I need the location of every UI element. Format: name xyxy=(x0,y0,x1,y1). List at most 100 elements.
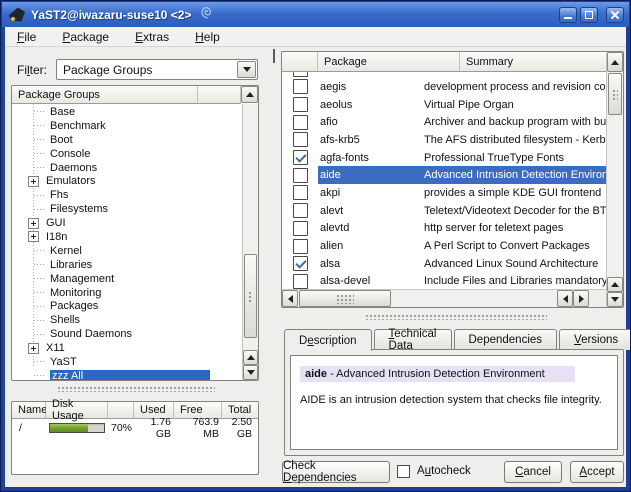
tree-item[interactable]: Management xyxy=(12,272,242,286)
col-checkbox[interactable] xyxy=(282,52,318,72)
right-splitter-handle[interactable] xyxy=(365,314,547,320)
package-checkbox[interactable] xyxy=(293,115,308,130)
package-checkbox[interactable] xyxy=(293,168,308,183)
check-dependencies-button[interactable]: Check Dependencies xyxy=(282,461,390,483)
accept-button[interactable]: Accept xyxy=(570,461,624,483)
tab-dependencies[interactable]: Dependencies xyxy=(454,329,558,350)
scroll-right-icon[interactable] xyxy=(573,290,589,307)
scroll-left-icon[interactable] xyxy=(557,290,573,307)
package-horizontal-scrollbar[interactable] xyxy=(282,289,606,307)
col-blank[interactable] xyxy=(108,402,134,419)
menu-file[interactable]: File xyxy=(17,30,36,44)
menu-extras[interactable]: Extras xyxy=(135,30,169,44)
tree-item[interactable]: Sound Daemons xyxy=(12,327,242,341)
package-groups-tree: Package Groups Base Benchmark Boot Conso… xyxy=(11,85,259,381)
tree-branch xyxy=(34,306,46,307)
package-row[interactable]: alsaAdvanced Linux Sound Architecture xyxy=(282,255,606,273)
tree-item[interactable]: Fhs xyxy=(12,188,242,202)
scroll-up-icon[interactable] xyxy=(607,52,623,72)
tree-item-label: Kernel xyxy=(50,245,82,257)
tree-item[interactable]: Kernel xyxy=(12,244,242,258)
package-row[interactable]: afioArchiver and backup program with bui… xyxy=(282,113,606,131)
close-button[interactable] xyxy=(606,7,624,23)
package-row[interactable]: aeolusVirtual Pipe Organ xyxy=(282,96,606,114)
scroll-up-icon[interactable] xyxy=(607,277,623,292)
package-summary: A Perl Script to Convert Packages xyxy=(424,240,606,252)
package-row[interactable]: agfa-fontsProfessional TrueType Fonts xyxy=(282,149,606,167)
tree-item[interactable]: Monitoring xyxy=(12,286,242,300)
package-checkbox[interactable] xyxy=(293,221,308,236)
package-checkbox[interactable] xyxy=(293,150,308,165)
left-splitter-handle[interactable] xyxy=(57,386,215,392)
tab-technical-data[interactable]: Technical Data xyxy=(374,329,452,350)
expand-plus-icon[interactable] xyxy=(28,343,39,354)
titlebar[interactable]: YaST2@iwazaru-suse10 <2> xyxy=(2,2,629,27)
mount-point: / xyxy=(12,422,46,434)
package-checkbox[interactable] xyxy=(293,185,308,200)
hscrollbar-track[interactable] xyxy=(391,290,557,307)
package-row[interactable]: alevtdhttp server for teletext pages xyxy=(282,220,606,238)
tree-item[interactable]: Console xyxy=(12,147,242,161)
package-checkbox[interactable] xyxy=(293,132,308,147)
tree-item[interactable]: zzz All xyxy=(12,369,242,381)
scroll-left-icon[interactable] xyxy=(282,290,298,307)
tree-item[interactable]: Benchmark xyxy=(12,119,242,133)
tree-scroll-up-icon[interactable] xyxy=(243,350,258,365)
tab-versions[interactable]: Versions xyxy=(559,329,631,350)
package-checkbox[interactable] xyxy=(293,72,308,77)
expand-plus-icon[interactable] xyxy=(28,231,39,242)
tree-scroll-down-icon[interactable] xyxy=(243,365,258,380)
tab-description[interactable]: Description xyxy=(284,329,372,351)
tree-item[interactable]: Libraries xyxy=(12,258,242,272)
minimize-button[interactable] xyxy=(559,7,577,23)
tree-scrollbar-thumb[interactable] xyxy=(244,254,257,338)
tree-item[interactable]: Boot xyxy=(12,133,242,147)
tree-item[interactable]: I18n xyxy=(12,230,242,244)
expand-plus-icon[interactable] xyxy=(28,218,39,229)
tree-item[interactable]: X11 xyxy=(12,341,242,355)
disk-row[interactable]: / 70% 1.76 GB 763.9 MB 2.50 GB xyxy=(12,419,258,436)
package-checkbox[interactable] xyxy=(293,274,308,289)
autocheck-checkbox[interactable] xyxy=(397,465,410,478)
tree-item[interactable]: GUI xyxy=(12,216,242,230)
vscrollbar-thumb[interactable] xyxy=(608,73,622,115)
col-disk-usage[interactable]: Disk Usage xyxy=(46,402,108,419)
package-checkbox[interactable] xyxy=(293,256,308,271)
combobox-dropdown-icon[interactable] xyxy=(237,61,256,78)
hscrollbar-thumb[interactable] xyxy=(299,290,391,307)
package-row[interactable]: afs-krb5The AFS distributed filesystem -… xyxy=(282,131,606,149)
menu-help[interactable]: Help xyxy=(195,30,220,44)
package-checkbox[interactable] xyxy=(293,239,308,254)
col-name[interactable]: Name xyxy=(12,402,46,419)
tree-item-label: GUI xyxy=(46,217,66,229)
col-package[interactable]: Package xyxy=(318,52,460,72)
tree-header-label[interactable]: Package Groups xyxy=(12,86,198,104)
package-checkbox[interactable] xyxy=(293,203,308,218)
col-summary[interactable]: Summary xyxy=(460,52,606,72)
tree-item[interactable]: Filesystems xyxy=(12,202,242,216)
tree-item[interactable]: Base xyxy=(12,105,242,119)
package-row[interactable]: akpiprovides a simple KDE GUI frontend xyxy=(282,184,606,202)
package-row[interactable]: aegisdevelopment process and revision co… xyxy=(282,78,606,96)
package-row[interactable]: alevtTeletext/Videotext Decoder for the … xyxy=(282,202,606,220)
scroll-down-icon[interactable] xyxy=(607,292,623,307)
package-row[interactable]: aideAdvanced Intrusion Detection Environ xyxy=(282,166,606,184)
tree-vertical-scrollbar[interactable] xyxy=(242,104,258,380)
tree-item[interactable]: Packages xyxy=(12,299,242,313)
tree-item[interactable]: YaST xyxy=(12,355,242,369)
tree-item[interactable]: Daemons xyxy=(12,161,242,175)
maximize-button[interactable] xyxy=(580,7,598,23)
menu-package[interactable]: Package xyxy=(62,30,109,44)
tree-scroll-up-icon[interactable] xyxy=(241,86,258,103)
package-checkbox[interactable] xyxy=(293,79,308,94)
tree-item[interactable]: Emulators xyxy=(12,174,242,188)
filter-combobox[interactable]: Package Groups xyxy=(56,59,258,80)
package-vertical-scrollbar[interactable] xyxy=(606,52,623,307)
tree-item[interactable]: Shells xyxy=(12,313,242,327)
package-row[interactable]: alienA Perl Script to Convert Packages xyxy=(282,237,606,255)
vertical-splitter-handle[interactable] xyxy=(273,49,275,63)
expand-plus-icon[interactable] xyxy=(28,176,39,187)
package-row[interactable]: alsa-develInclude Files and Libraries ma… xyxy=(282,273,606,289)
cancel-button[interactable]: Cancel xyxy=(504,461,562,483)
package-checkbox[interactable] xyxy=(293,97,308,112)
